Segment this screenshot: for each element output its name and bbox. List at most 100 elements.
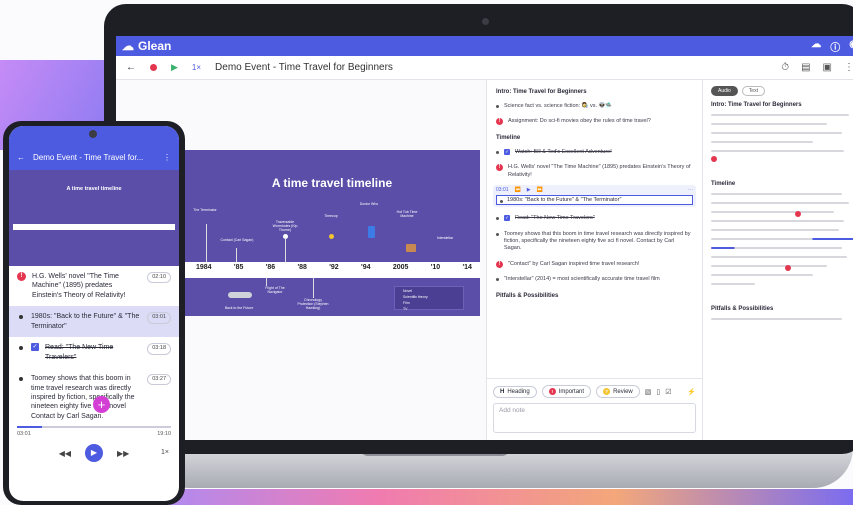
more-icon[interactable]: ⋮ (844, 62, 853, 73)
notes-pane: Intro: Time Travel for Beginners Science… (486, 80, 702, 440)
fast-forward-icon[interactable]: ▶▶ (117, 449, 129, 458)
audio-waveform[interactable] (711, 114, 853, 162)
timeline-years: 1984 '85 '86 '88 '92 '94 2005 '10 '14 (196, 264, 472, 271)
decor-floor (140, 489, 853, 505)
phone-note-item[interactable]: 1980s: "Back to the Future" & "The Termi… (9, 306, 179, 338)
image-icon[interactable]: ▧ (645, 388, 652, 396)
review-chip[interactable]: ? Review (596, 385, 640, 398)
add-note-button[interactable]: + (93, 396, 110, 413)
back-arrow-icon[interactable]: ← (126, 62, 136, 73)
document-icon[interactable]: ▤ (801, 62, 810, 73)
phone-slide-preview[interactable]: A time travel timeline (9, 170, 179, 266)
event-toolbar: ← ▶ 1× Demo Event - Time Travel for Begi… (116, 56, 853, 80)
note-item[interactable]: Toomey shows that this boom in time trav… (487, 231, 702, 253)
bullet-icon (496, 232, 499, 236)
phone-camera (89, 130, 97, 138)
record-button[interactable] (150, 64, 157, 71)
note-item[interactable]: ✓ Read: "The New Time Travelers" (487, 215, 702, 222)
note-item[interactable]: ! "Contact" by Carl Sagan inspired time t… (487, 260, 702, 268)
phone-slide-title: A time travel timeline (66, 186, 122, 192)
rewind-icon[interactable]: ⏪ (515, 187, 521, 193)
play-button[interactable]: ▶ (85, 444, 103, 462)
tab-text[interactable]: Text (741, 86, 765, 96)
checklist-icon[interactable]: ☑ (665, 388, 671, 396)
note-editor: 03:01 ⏪ ▶ ⏩ ⋯ 1980s: "Back to the Future… (493, 185, 696, 208)
lightning-icon[interactable]: ⚡ (687, 388, 696, 396)
speed-button[interactable]: 1× (161, 449, 169, 456)
note-item[interactable]: ✓ Watch: Bill & Ted's Excellent Adventure… (487, 148, 702, 156)
webcam (482, 18, 489, 25)
tardis-marker (368, 226, 375, 238)
layout-icon[interactable]: ▣ (823, 62, 832, 73)
phone-title: Demo Event - Time Travel for... (33, 153, 144, 162)
help-icon[interactable]: ⓘ (830, 39, 840, 54)
note-timestamp[interactable]: 03:01 (496, 187, 509, 193)
notes-heading: Intro: Time Travel for Beginners (496, 89, 587, 95)
year-label: 1984 (196, 264, 212, 271)
phone-note-item[interactable]: ! H.G. Wells' novel "The Time Machine" (1… (9, 266, 179, 306)
year-label: '10 (430, 264, 441, 271)
important-marker-icon (785, 265, 791, 271)
heading-chip[interactable]: H Heading (493, 385, 537, 398)
important-chip[interactable]: ! Important (541, 385, 592, 398)
tab-audio[interactable]: Audio (711, 86, 738, 96)
phone-note-item[interactable]: ✓ Read: "The New Time Travelers" 03:18 (9, 337, 179, 368)
slide-preview[interactable]: A time travel timeline 1984 '85 '86 '88 … (184, 150, 480, 316)
audio-waveform[interactable] (711, 193, 853, 285)
timeline-label: Contact (Carl Sagan) (220, 238, 254, 242)
slide-legend: Novel Scientific theory Film TV (394, 286, 464, 311)
note-item[interactable]: ! Assignment: Do sci-fi movies obey the r… (487, 118, 702, 126)
back-arrow-icon[interactable]: ← (17, 153, 25, 162)
speed-button[interactable]: 1× (192, 63, 201, 72)
timeline-label: Doctor Who (359, 202, 379, 206)
year-label: '92 (329, 264, 339, 271)
bullet-icon (19, 346, 23, 351)
cloud-sync-icon[interactable]: ☁ (811, 39, 821, 54)
badge-marker (329, 234, 334, 239)
year-label: 2005 (392, 264, 409, 271)
timeline-label: Interstellar (436, 236, 454, 240)
note-item[interactable]: "Interstellar" (2014) = most scientifica… (487, 276, 702, 283)
bullet-icon (500, 199, 503, 203)
play-icon[interactable]: ▶ (527, 187, 531, 193)
playback-progress[interactable] (17, 426, 171, 428)
more-icon[interactable]: ⋯ (688, 187, 693, 193)
year-label: '14 (462, 264, 472, 271)
transcript-heading: Pitfalls & Possibilities (711, 306, 774, 312)
timeline-pin (236, 248, 237, 262)
notes-heading: Timeline (496, 134, 521, 141)
play-button[interactable]: ▶ (171, 62, 178, 73)
note-edit-input[interactable]: 1980s: "Back to the Future" & "The Termi… (496, 195, 693, 206)
timeline-label: Chronology Protection (Stephen Hawking) (297, 298, 329, 310)
event-title: Demo Event - Time Travel for Beginners (215, 62, 393, 73)
note-composer: H Heading ! Important ? Review ▧ ▯ ☑ ⚡ Add … (487, 378, 702, 440)
app-logo[interactable]: ☁ Glean (122, 39, 171, 53)
fast-forward-icon[interactable]: ⏩ (537, 187, 543, 193)
app-header: ☁ Glean ☁ ⓘ ◉ (116, 36, 853, 56)
slide-icon[interactable]: ▯ (656, 388, 660, 396)
timeline-label: Timecop (324, 214, 338, 218)
timestamp-badge[interactable]: 03:18 (147, 343, 171, 355)
heading-icon: H (500, 388, 505, 395)
checkbox-checked-icon[interactable]: ✓ (504, 215, 510, 222)
account-icon[interactable]: ◉ (849, 39, 853, 54)
add-note-input[interactable]: Add note (493, 403, 696, 433)
note-item[interactable]: ! H.G. Wells' novel "The Time Machine" (1… (487, 164, 702, 179)
checkbox-checked-icon[interactable]: ✓ (31, 343, 39, 352)
laptop-screen: ☁ Glean ☁ ⓘ ◉ ← ▶ 1× Demo Event - Time T… (116, 36, 853, 440)
more-icon[interactable]: ⋮ (163, 153, 171, 162)
bullet-icon (496, 150, 499, 154)
timeline-label: Back to the Future (224, 306, 254, 310)
note-item[interactable]: Science fact vs. science fiction: 👩‍🔬 vs… (487, 103, 702, 110)
legend-entry: Film (403, 301, 410, 305)
rewind-icon[interactable]: ◀◀ (59, 449, 71, 458)
phone-note-item[interactable]: Toomey shows that this boom in time trav… (9, 368, 179, 427)
important-icon: ! (17, 272, 26, 281)
important-icon: ! (496, 164, 503, 172)
timer-icon[interactable]: ⏱ (781, 62, 789, 73)
timestamp-badge[interactable]: 03:01 (147, 312, 171, 324)
delorean-marker (228, 292, 252, 298)
timestamp-badge[interactable]: 02:10 (147, 272, 171, 284)
checkbox-checked-icon[interactable]: ✓ (504, 148, 510, 155)
timestamp-badge[interactable]: 03:27 (147, 374, 171, 386)
